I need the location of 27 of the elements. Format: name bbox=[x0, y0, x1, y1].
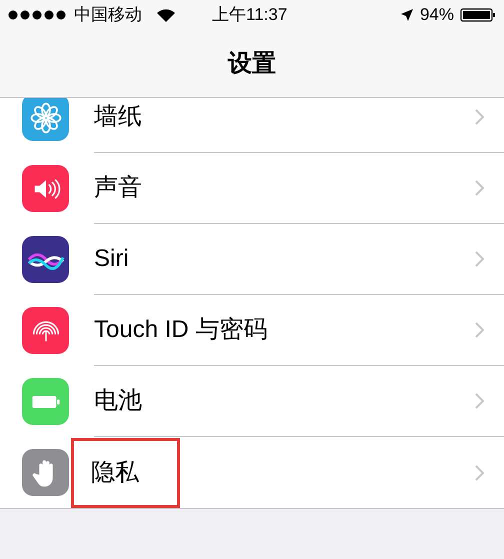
row-label: Touch ID 与密码 bbox=[94, 315, 268, 345]
settings-row[interactable]: 声音 bbox=[0, 153, 504, 224]
row-label: 声音 bbox=[94, 173, 142, 203]
battery-icon bbox=[460, 8, 496, 22]
signal-icon bbox=[8, 10, 68, 20]
clock-time: 上午11:37 bbox=[212, 4, 288, 26]
chevron-icon bbox=[474, 464, 484, 480]
wifi-icon bbox=[156, 7, 176, 23]
row-label: 隐私 bbox=[74, 440, 177, 504]
settings-row[interactable]: Siri bbox=[0, 224, 504, 295]
flower-icon bbox=[30, 102, 62, 134]
chevron-icon bbox=[474, 180, 484, 196]
chevron-icon bbox=[474, 109, 484, 125]
battery-percent: 94% bbox=[420, 4, 454, 26]
settings-row[interactable]: Touch ID 与密码 bbox=[0, 295, 504, 366]
row-label: Siri bbox=[94, 244, 129, 274]
chevron-icon bbox=[474, 393, 484, 409]
row-label: 电池 bbox=[94, 386, 142, 416]
settings-row[interactable]: 隐私 bbox=[0, 437, 504, 508]
location-arrow-icon bbox=[400, 8, 414, 22]
settings-row[interactable]: 墙纸 bbox=[0, 98, 504, 153]
carrier-name: 中国移动 bbox=[74, 4, 142, 26]
row-label: 墙纸 bbox=[94, 102, 142, 132]
settings-row[interactable]: 电池 bbox=[0, 366, 504, 437]
chevron-icon bbox=[474, 322, 484, 338]
page-title: 设置 bbox=[228, 48, 276, 78]
chevron-icon bbox=[474, 251, 484, 267]
